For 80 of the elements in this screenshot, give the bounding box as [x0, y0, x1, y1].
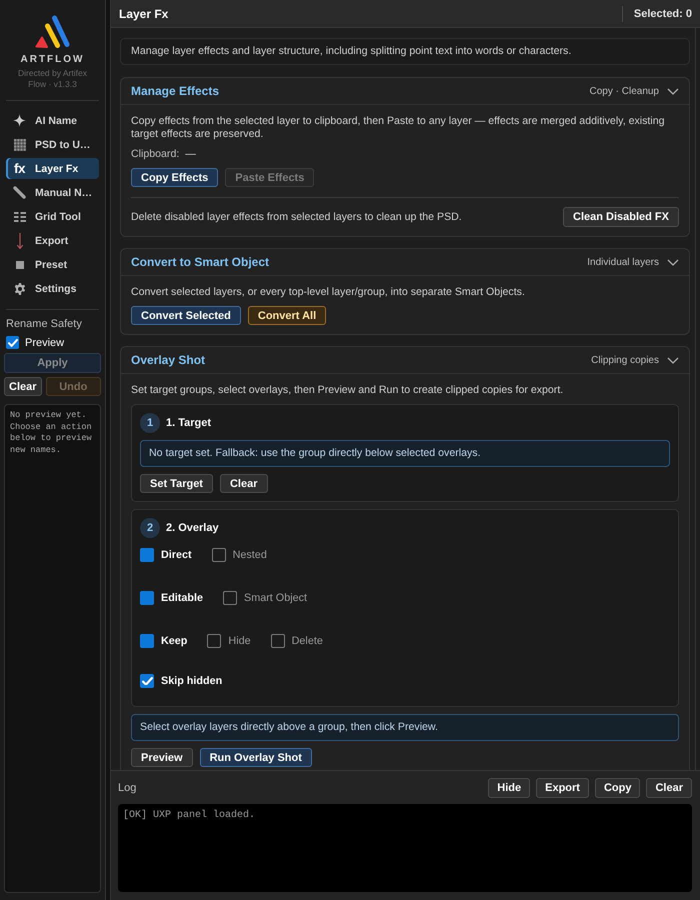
button[interactable]: Preview — [131, 748, 193, 767]
option-label: Keep — [161, 634, 188, 648]
list-icon — [14, 212, 26, 222]
option-label: Hide — [228, 634, 251, 648]
section-summary: Individual layers — [587, 256, 659, 268]
intro-card: Manage layer effects and layer structure, including splitting point text into words or characters. — [120, 38, 690, 65]
step-number: 2 — [140, 518, 160, 538]
button[interactable]: Clean Disabled FX — [563, 207, 679, 227]
description-text: Delete disabled layer effects from selected layers to clean up the PSD. — [131, 210, 462, 224]
checkbox[interactable] — [212, 548, 226, 562]
chevron-down-icon[interactable] — [667, 88, 679, 94]
panel-title: Layer Fx — [119, 6, 168, 20]
description-text: Convert selected layers, or every top-level layer/group, into separate Smart Objects. — [131, 286, 526, 299]
nav-item[interactable]: PSD to U… — [6, 134, 99, 155]
square-icon — [16, 260, 24, 268]
settings-icon — [14, 282, 26, 294]
option-label: Editable — [161, 591, 203, 605]
checkbox[interactable] — [223, 591, 237, 605]
chevron-down-icon[interactable] — [667, 258, 679, 266]
description-text: Copy effects from the selected layer to clipboard, then Paste to any layer — effects are merged additively, existing target effects are preserved. — [131, 115, 666, 141]
info-note: Select overlay layers directly above a group, then click Preview. — [131, 714, 679, 741]
checkbox[interactable] — [207, 634, 222, 648]
checkbox[interactable] — [6, 336, 19, 349]
section-title: Convert to Smart Object — [131, 255, 270, 269]
pencil-icon — [13, 186, 26, 199]
section-title: Manage Effects — [131, 84, 220, 98]
checkbox[interactable] — [140, 634, 154, 648]
description-text: Set target groups, select overlays, then Preview and Run to create clipped copies for export. — [131, 384, 564, 397]
step-title: 1. Target — [166, 417, 212, 429]
checkbox-label: Preview — [25, 336, 64, 348]
preview-output: No preview yet. Choose an action below to preview new names. — [4, 404, 101, 893]
nav-item[interactable]: Manual N… — [6, 182, 99, 203]
field-value: — — [185, 148, 196, 161]
arrow-down-icon — [16, 232, 24, 248]
check-icon — [8, 338, 18, 346]
button[interactable]: Clear — [220, 474, 268, 493]
log-line: [OK] UXP panel loaded. — [123, 810, 256, 822]
checkbox[interactable] — [270, 634, 285, 648]
button[interactable]: Convert All — [248, 306, 326, 325]
button[interactable]: Clear — [646, 778, 692, 798]
button[interactable]: Clear — [4, 377, 42, 396]
field-label: Clipboard: — [131, 148, 180, 161]
button[interactable]: Copy Effects — [131, 168, 218, 187]
chevron-down-icon[interactable] — [667, 356, 679, 364]
sparkle-icon — [13, 114, 26, 127]
nav-item[interactable]: fx Layer Fx — [6, 158, 99, 179]
nav-item[interactable]: Preset — [6, 254, 99, 275]
checkbox[interactable] — [140, 548, 154, 562]
button[interactable]: Copy — [594, 778, 640, 798]
section-title: Overlay Shot — [131, 353, 206, 367]
section-label: Rename Safety — [6, 318, 83, 331]
checkbox-label: Skip hidden — [161, 674, 222, 688]
option-label: Direct — [161, 548, 192, 562]
step-number: 1 — [140, 413, 160, 433]
section-summary: Copy · Cleanup — [590, 86, 659, 96]
logo-icon — [34, 15, 71, 48]
selection-count: Selected: 0 — [634, 8, 692, 20]
nav-item[interactable]: Grid Tool — [6, 206, 99, 227]
brand-name: ARTFLOW — [20, 54, 84, 66]
button[interactable]: Convert Selected — [131, 306, 241, 325]
grid-icon — [14, 138, 26, 150]
option-label: Nested — [232, 548, 267, 562]
info-note: No target set. Fallback: use the group directly below selected overlays. — [140, 440, 670, 467]
option-label: Delete — [292, 634, 323, 648]
option-label: Smart Object — [244, 591, 307, 605]
checkbox[interactable] — [140, 674, 154, 688]
button[interactable]: Hide — [488, 778, 530, 798]
step-title: 2. Overlay — [166, 522, 219, 534]
button[interactable]: Run Overlay Shot — [200, 748, 312, 767]
nav-item[interactable]: Settings — [6, 278, 99, 299]
button[interactable]: Set Target — [140, 474, 213, 493]
log-title: Log — [118, 782, 136, 794]
fx-icon: fx — [14, 162, 25, 176]
brand-tagline: Directed by Artifex Flow · v1.3.3 — [17, 68, 88, 90]
nav-item[interactable]: AI Name — [6, 110, 99, 131]
checkbox[interactable] — [140, 591, 154, 605]
nav-item[interactable]: Export — [6, 230, 99, 251]
section-summary: Clipping copies — [591, 354, 659, 366]
check-icon — [142, 676, 152, 686]
button[interactable]: Export — [536, 778, 589, 798]
